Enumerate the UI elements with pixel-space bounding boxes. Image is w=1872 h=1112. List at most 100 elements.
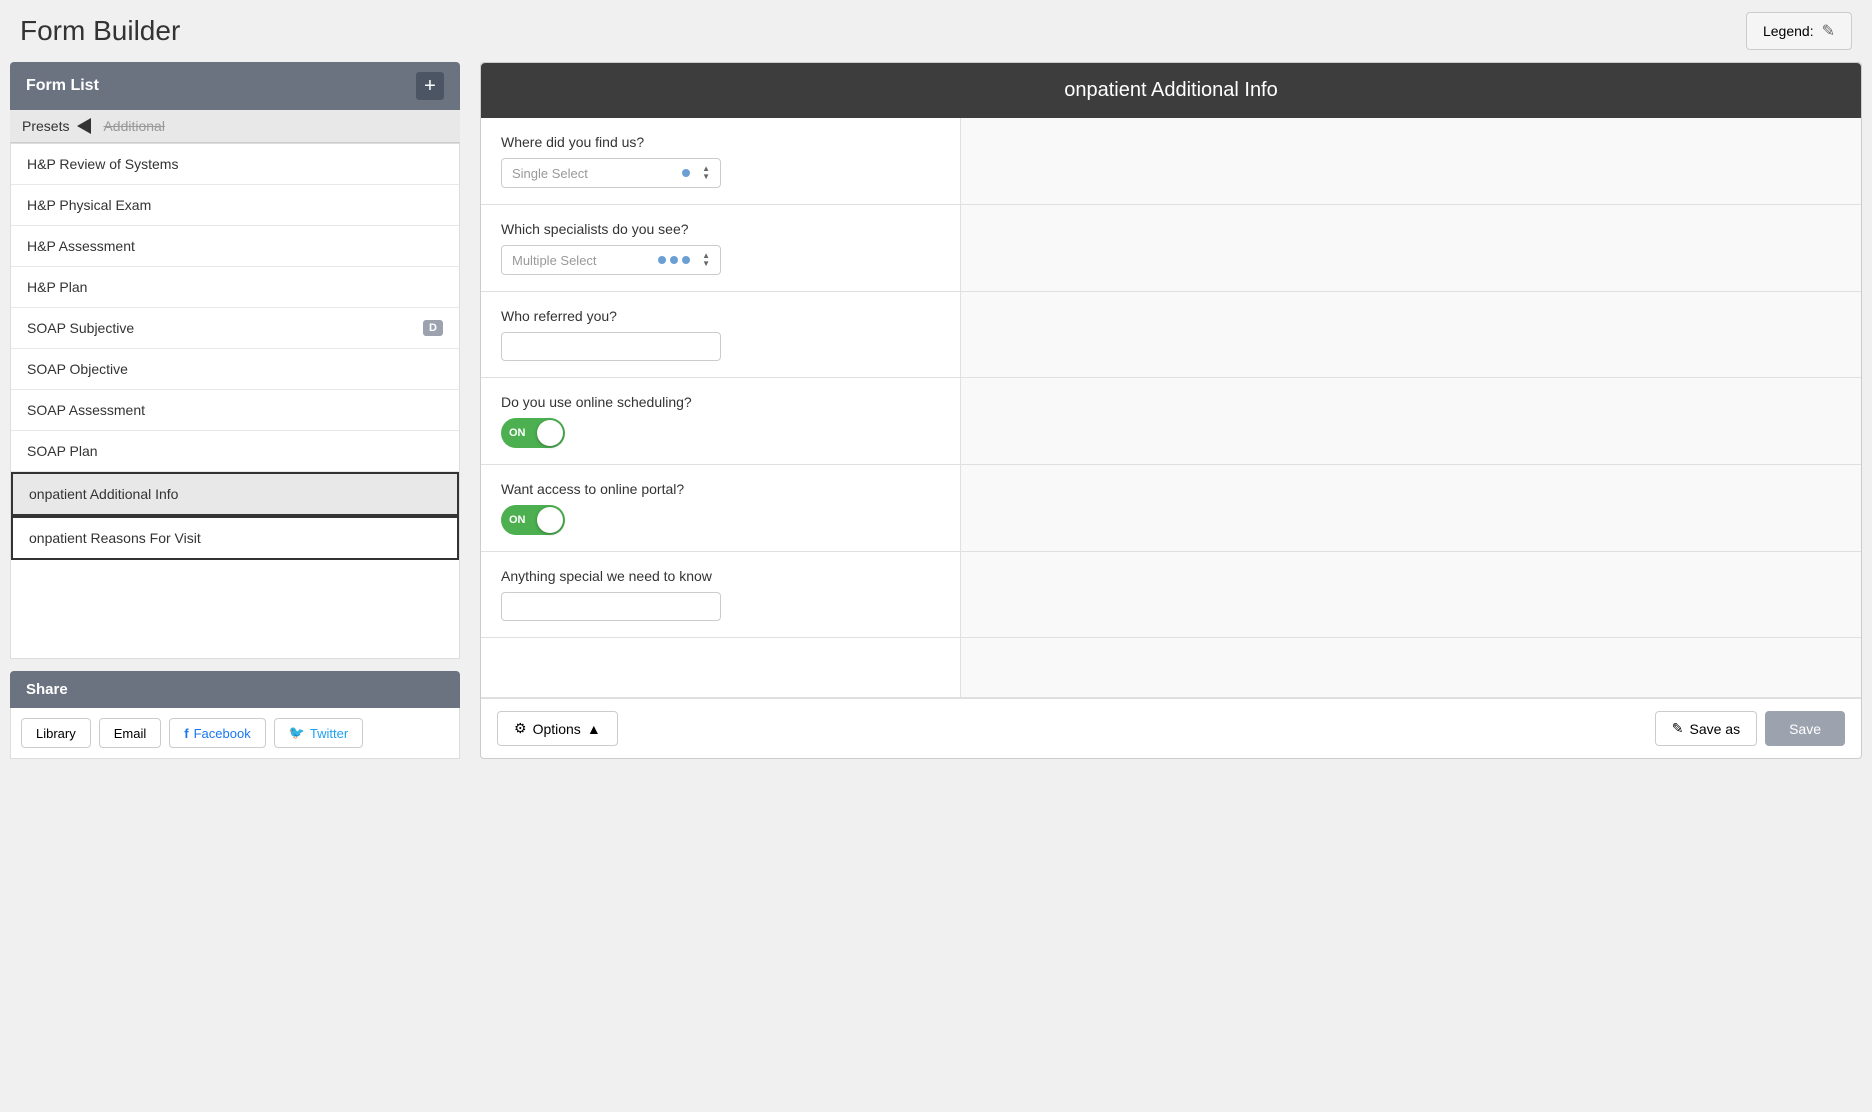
select-dot [682, 169, 690, 177]
presets-row: Presets Additional [10, 110, 460, 143]
form-item-label: H&P Physical Exam [27, 197, 151, 213]
form-row-right [961, 638, 1861, 697]
scheduling-toggle-container: ON [501, 418, 940, 448]
toggle-on-label: ON [509, 514, 526, 526]
content-area: onpatient Additional Info Where did you … [480, 62, 1862, 759]
facebook-label: Facebook [194, 726, 251, 741]
arrow-indicator [77, 118, 95, 134]
facebook-button[interactable]: f Facebook [169, 718, 265, 748]
sidebar-item-soap-objective[interactable]: SOAP Objective [11, 349, 459, 390]
form-item-label: SOAP Subjective [27, 320, 134, 336]
share-buttons: Library Email f Facebook 🐦 Twitter [10, 708, 460, 759]
form-item-label: H&P Plan [27, 279, 87, 295]
sidebar-item-soap-plan[interactable]: SOAP Plan [11, 431, 459, 472]
form-item-label: onpatient Reasons For Visit [29, 530, 201, 546]
edit-icon: ✎ [1822, 21, 1835, 41]
sidebar-title: Form List [26, 77, 99, 95]
legend-button[interactable]: Legend: ✎ [1746, 12, 1852, 50]
legend-label: Legend: [1763, 23, 1814, 39]
share-title: Share [26, 681, 68, 698]
app-header: Form Builder Legend: ✎ [0, 0, 1872, 62]
form-row-right [961, 378, 1861, 464]
single-select-where[interactable]: Single Select ▲ ▼ [501, 158, 721, 188]
library-button[interactable]: Library [21, 718, 91, 748]
form-row-right [961, 205, 1861, 291]
twitter-icon: 🐦 [289, 725, 305, 741]
sidebar-item-soap-subjective[interactable]: SOAP Subjective D [11, 308, 459, 349]
form-row-left [481, 638, 961, 697]
twitter-label: Twitter [310, 726, 348, 741]
form-row-left: Want access to online portal? ON [481, 465, 961, 551]
toggle-on-label: ON [509, 427, 526, 439]
field-label-specialists: Which specialists do you see? [501, 221, 940, 237]
referred-text-input[interactable] [501, 332, 721, 361]
form-row-portal: Want access to online portal? ON [481, 465, 1861, 552]
toggle-knob [537, 507, 563, 533]
options-arrow-icon: ▲ [587, 721, 601, 737]
sidebar-item-soap-assessment[interactable]: SOAP Assessment [11, 390, 459, 431]
footer-right-buttons: ✎ Save as Save [1655, 711, 1845, 746]
multi-select-placeholder: Multiple Select [512, 253, 650, 268]
presets-label: Presets [22, 118, 69, 134]
form-item-label: SOAP Objective [27, 361, 128, 377]
form-footer: ⚙ Options ▲ ✎ Save as Save [481, 698, 1861, 758]
arrow-down-icon: ▼ [702, 173, 710, 181]
select-dot-1 [658, 256, 666, 264]
facebook-icon: f [184, 726, 188, 741]
select-dot-2 [670, 256, 678, 264]
save-button[interactable]: Save [1765, 711, 1845, 746]
single-select-placeholder: Single Select [512, 166, 674, 181]
form-row-right [961, 465, 1861, 551]
form-item-label: SOAP Plan [27, 443, 98, 459]
form-row-left: Which specialists do you see? Multiple S… [481, 205, 961, 291]
form-row-referred: Who referred you? [481, 292, 1861, 378]
save-as-pencil-icon: ✎ [1672, 720, 1684, 737]
options-button[interactable]: ⚙ Options ▲ [497, 711, 618, 746]
save-as-label: Save as [1689, 721, 1740, 737]
sidebar-header: Form List + [10, 62, 460, 110]
toggle-knob [537, 420, 563, 446]
form-row-where-find-us: Where did you find us? Single Select ▲ ▼ [481, 118, 1861, 205]
field-label-portal: Want access to online portal? [501, 481, 940, 497]
email-button[interactable]: Email [99, 718, 162, 748]
select-dots [658, 256, 690, 264]
multi-select-specialists[interactable]: Multiple Select ▲ ▼ [501, 245, 721, 275]
sidebar-item-onpatient-additional[interactable]: onpatient Additional Info [11, 472, 459, 516]
add-form-button[interactable]: + [416, 72, 444, 100]
scheduling-toggle[interactable]: ON [501, 418, 565, 448]
main-layout: Form List + Presets Additional H&P Revie… [0, 62, 1872, 769]
sidebar-item-hp-plan[interactable]: H&P Plan [11, 267, 459, 308]
library-label: Library [36, 726, 76, 741]
twitter-button[interactable]: 🐦 Twitter [274, 718, 363, 748]
form-row-right [961, 552, 1861, 637]
form-row-special: Anything special we need to know [481, 552, 1861, 638]
draft-badge: D [423, 320, 443, 336]
form-row-empty-1 [481, 638, 1861, 698]
field-label-referred: Who referred you? [501, 308, 940, 324]
arrow-down-icon: ▼ [702, 260, 710, 268]
form-row-left: Anything special we need to know [481, 552, 961, 637]
page-title: Form Builder [20, 15, 180, 47]
form-item-label: onpatient Additional Info [29, 486, 178, 502]
form-content: Where did you find us? Single Select ▲ ▼ [481, 118, 1861, 698]
portal-toggle[interactable]: ON [501, 505, 565, 535]
form-row-left: Who referred you? [481, 292, 961, 377]
field-label-special: Anything special we need to know [501, 568, 940, 584]
form-row-right [961, 118, 1861, 204]
field-label-where: Where did you find us? [501, 134, 940, 150]
form-row-right [961, 292, 1861, 377]
sidebar-item-hp-physical[interactable]: H&P Physical Exam [11, 185, 459, 226]
sidebar-item-hp-assessment[interactable]: H&P Assessment [11, 226, 459, 267]
sidebar-item-onpatient-reasons[interactable]: onpatient Reasons For Visit [11, 516, 459, 560]
sidebar-item-hp-review[interactable]: H&P Review of Systems [11, 144, 459, 185]
form-row-scheduling: Do you use online scheduling? ON [481, 378, 1861, 465]
special-notes-input[interactable] [501, 592, 721, 621]
form-item-label: H&P Assessment [27, 238, 135, 254]
sidebar: Form List + Presets Additional H&P Revie… [10, 62, 460, 759]
form-row-left: Where did you find us? Single Select ▲ ▼ [481, 118, 961, 204]
save-as-button[interactable]: ✎ Save as [1655, 711, 1757, 746]
form-row-specialists: Which specialists do you see? Multiple S… [481, 205, 1861, 292]
field-label-scheduling: Do you use online scheduling? [501, 394, 940, 410]
form-item-label: H&P Review of Systems [27, 156, 178, 172]
arrow-left-icon [77, 118, 91, 134]
